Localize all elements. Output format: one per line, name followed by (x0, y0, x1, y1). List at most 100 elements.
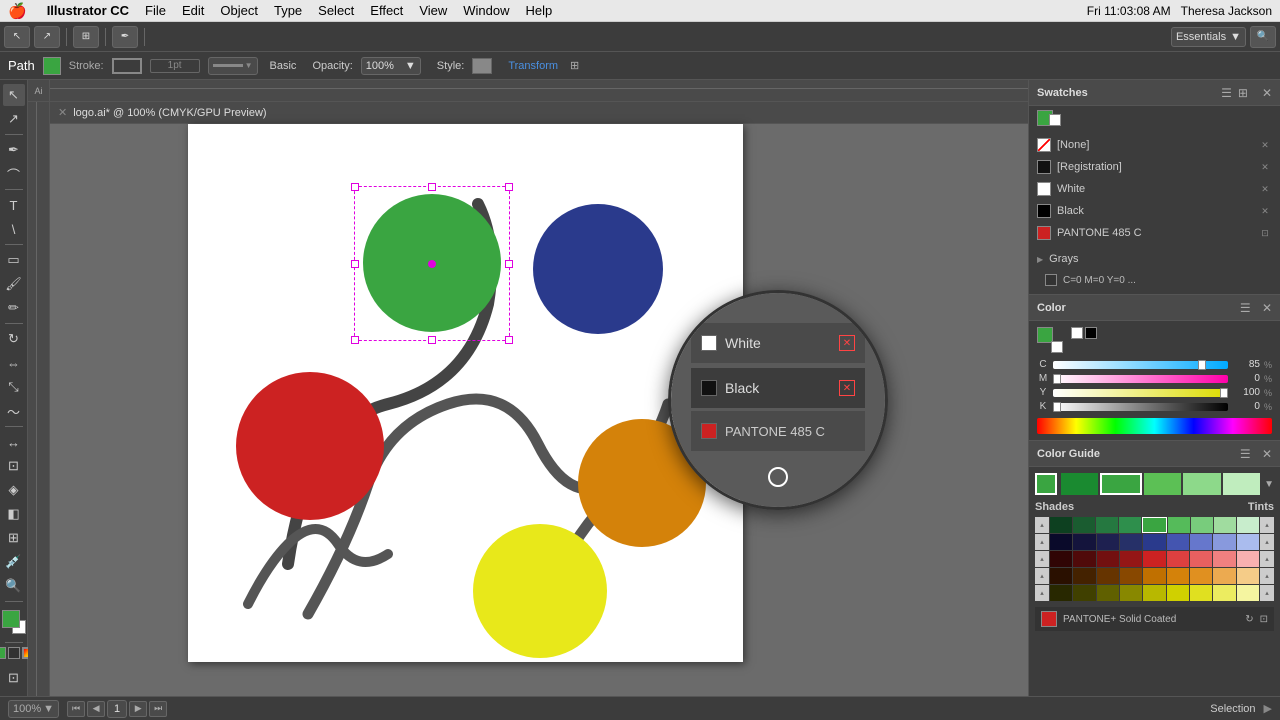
warp-tool[interactable]: 〜 (3, 400, 25, 422)
line-tool[interactable]: \ (3, 218, 25, 240)
menu-type[interactable]: Type (274, 3, 302, 18)
swatches-close-icon[interactable]: ✕ (1262, 86, 1272, 100)
cg-harmony-2[interactable] (1100, 473, 1141, 495)
swatch-pantone[interactable]: PANTONE 485 C ⊡ (1033, 222, 1276, 244)
direct-selection-tool[interactable]: ↗ (3, 108, 25, 130)
gradient-tool[interactable]: ◧ (3, 503, 25, 525)
opacity-input[interactable]: 100% ▼ (361, 57, 421, 75)
slider-y-track[interactable] (1053, 389, 1228, 397)
cg-cell-r5-1[interactable] (1050, 585, 1072, 601)
cg-cell-r3-9[interactable] (1237, 551, 1259, 567)
cg-cell-r2-2[interactable] (1073, 534, 1095, 550)
cg-row4-icon1[interactable]: ▴ (1035, 568, 1049, 584)
none-color-btn[interactable] (1071, 327, 1083, 339)
stroke-weight[interactable]: 1pt (150, 59, 200, 73)
slider-m-thumb[interactable] (1053, 374, 1061, 384)
cg-cell-r3-6[interactable] (1167, 551, 1189, 567)
cg-close-icon[interactable]: ✕ (1262, 447, 1272, 461)
stroke-style-btn[interactable]: ▼ (208, 57, 258, 75)
free-transform-tool[interactable]: ⊡ (3, 455, 25, 477)
cg-cell-r3-7[interactable] (1190, 551, 1212, 567)
fill-swatch[interactable] (43, 57, 61, 75)
cg-cell-r1-4[interactable] (1119, 517, 1141, 533)
page-number[interactable]: 1 (107, 700, 127, 718)
menu-effect[interactable]: Effect (370, 3, 403, 18)
slider-y-thumb[interactable] (1220, 388, 1228, 398)
grays-expand-icon[interactable]: ▶ (1037, 255, 1043, 264)
cg-harmony-1[interactable] (1061, 473, 1098, 495)
blue-circle[interactable] (533, 204, 663, 334)
yellow-circle[interactable] (473, 524, 607, 658)
cg-cell-r2-7[interactable] (1190, 534, 1212, 550)
stroke-box[interactable] (112, 58, 142, 74)
pen-tool[interactable]: ✒ (3, 139, 25, 161)
swatch-stroke[interactable] (1049, 114, 1061, 126)
cg-row1-icon2[interactable]: ▴ (1260, 517, 1274, 533)
stroke-mode-btn[interactable] (8, 647, 20, 659)
eyedropper-tool[interactable]: 💉 (3, 551, 25, 573)
swatches-grid-icon[interactable]: ⊞ (1238, 86, 1248, 100)
cg-cell-r1-1[interactable] (1050, 517, 1072, 533)
status-arrow[interactable]: ▶ (1264, 702, 1272, 715)
cg-cell-r4-1[interactable] (1050, 568, 1072, 584)
zoom-dropdown[interactable]: 100% ▼ (8, 700, 59, 718)
cg-cell-r3-4[interactable] (1120, 551, 1142, 567)
cg-harmony-4[interactable] (1183, 473, 1220, 495)
cg-cell-r3-5[interactable] (1143, 551, 1165, 567)
selection-tool[interactable]: ↖ (3, 84, 25, 106)
cg-row3-icon1[interactable]: ▴ (1035, 551, 1049, 567)
handle-tl[interactable] (351, 183, 359, 191)
cg-cell-r4-9[interactable] (1237, 568, 1259, 584)
scale-tool[interactable]: ⤡ (3, 376, 25, 398)
handle-bm[interactable] (428, 336, 436, 344)
transform-btn[interactable]: Transform (508, 60, 558, 72)
swatch-black[interactable]: Black ✕ (1033, 200, 1276, 222)
curvature-tool[interactable]: ⌒ (3, 163, 25, 185)
cg-save-icon[interactable]: ⊡ (1260, 614, 1268, 625)
cg-harmony-5[interactable] (1223, 473, 1260, 495)
nav-prev-btn[interactable]: ◀ (87, 701, 105, 717)
rectangle-tool[interactable]: ▭ (3, 249, 25, 271)
cg-cell-r4-4[interactable] (1120, 568, 1142, 584)
menu-select[interactable]: Select (318, 3, 354, 18)
cg-cell-r1-3[interactable] (1096, 517, 1118, 533)
handle-br[interactable] (505, 336, 513, 344)
color-stroke-swatch[interactable] (1051, 341, 1063, 353)
paintbrush-tool[interactable]: 🖌 (3, 273, 25, 295)
green-circle[interactable] (363, 194, 501, 332)
arrange-btn[interactable]: ⊞ (73, 26, 99, 48)
color-close-icon[interactable]: ✕ (1262, 301, 1272, 315)
menu-window[interactable]: Window (463, 3, 509, 18)
cg-cell-r4-8[interactable] (1213, 568, 1235, 584)
handle-tr[interactable] (505, 183, 513, 191)
cg-harmony-arrow[interactable]: ▼ (1264, 479, 1274, 490)
cg-row2-icon1[interactable]: ▴ (1035, 534, 1049, 550)
cg-cell-r3-1[interactable] (1050, 551, 1072, 567)
cg-row4-icon2[interactable]: ▴ (1260, 568, 1274, 584)
cg-base-swatch[interactable] (1035, 473, 1057, 495)
nav-first-btn[interactable]: ⏮ (67, 701, 85, 717)
cg-row3-icon2[interactable]: ▴ (1260, 551, 1274, 567)
slider-k-track[interactable] (1053, 403, 1228, 411)
swatch-white[interactable]: White ✕ (1033, 178, 1276, 200)
cg-cell-r5-9[interactable] (1237, 585, 1259, 601)
cg-cell-r5-6[interactable] (1167, 585, 1189, 601)
cg-cell-r2-3[interactable] (1097, 534, 1119, 550)
cg-refresh-icon[interactable]: ↻ (1245, 614, 1253, 625)
slider-c-track[interactable] (1053, 361, 1228, 369)
color-spectrum[interactable] (1037, 418, 1272, 434)
cg-cell-r2-5[interactable] (1143, 534, 1165, 550)
cg-cell-r1-8[interactable] (1214, 517, 1236, 533)
slider-m-track[interactable] (1053, 375, 1228, 383)
reflect-tool[interactable]: ⇔ (3, 352, 25, 374)
menu-edit[interactable]: Edit (182, 3, 204, 18)
pencil-tool[interactable]: ✏ (3, 297, 25, 319)
essentials-dropdown[interactable]: Essentials ▼ (1171, 27, 1246, 47)
menu-help[interactable]: Help (526, 3, 553, 18)
cg-cell-r2-6[interactable] (1167, 534, 1189, 550)
swatch-none[interactable]: [None] ✕ (1033, 134, 1276, 156)
cg-cell-r5-7[interactable] (1190, 585, 1212, 601)
cg-cell-r4-2[interactable] (1073, 568, 1095, 584)
swatches-menu-icon[interactable]: ☰ (1221, 86, 1232, 100)
close-doc-btn[interactable]: ✕ (58, 106, 67, 119)
